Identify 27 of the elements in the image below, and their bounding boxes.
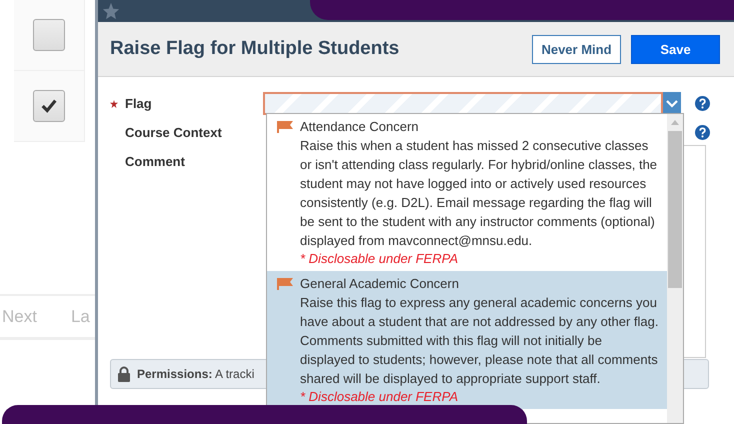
option-title: General Academic Concern [300,275,460,293]
checkbox[interactable] [33,19,65,51]
save-button[interactable]: Save [631,34,720,64]
option-description: Raise this when a student has missed 2 consecutive classes or isn't attending class regularly. For hybrid/online classes, the student may not have logged into or actively used resources consistently (e.g. D2L). Email message regarding the flag will be sent to the student with any instructor comments (optional) displayed from mavconnect@mnsu.edu. [300,137,658,250]
chevron-down-icon [666,100,678,108]
option-description: Raise this flag to express any general academic concerns you have about a student that are not addressed by any other flag. Comments submitted with this flag will not initially be displayed to students; however, please note that all comments shared will be displayed to appropriate support staff. [300,294,660,388]
option-title: Attendance Concern [300,118,420,136]
flag-option[interactable] [267,271,667,409]
lock-icon [117,366,131,382]
flag-icon [277,278,293,290]
help-icon[interactable] [695,125,710,140]
permissions-text: Permissions: A tracki [137,367,254,381]
ferpa-note: * Disclosable under FERPA [300,250,459,268]
field-label: Flag [125,96,152,111]
dropdown-button[interactable] [663,92,681,115]
checkbox[interactable] [33,90,65,122]
check-icon [40,97,58,115]
scrollbar[interactable] [667,114,683,423]
field-label: Course Context [125,125,222,140]
field-label: Comment [125,154,185,169]
required-icon [110,100,118,108]
flag-icon [277,121,293,133]
star-icon [102,2,120,20]
dialog-title: Raise Flag for Multiple Students [110,38,400,60]
help-icon[interactable] [695,96,710,111]
ferpa-note: * Disclosable under FERPA [300,388,459,406]
cancel-button[interactable]: Never Mind [532,34,621,64]
